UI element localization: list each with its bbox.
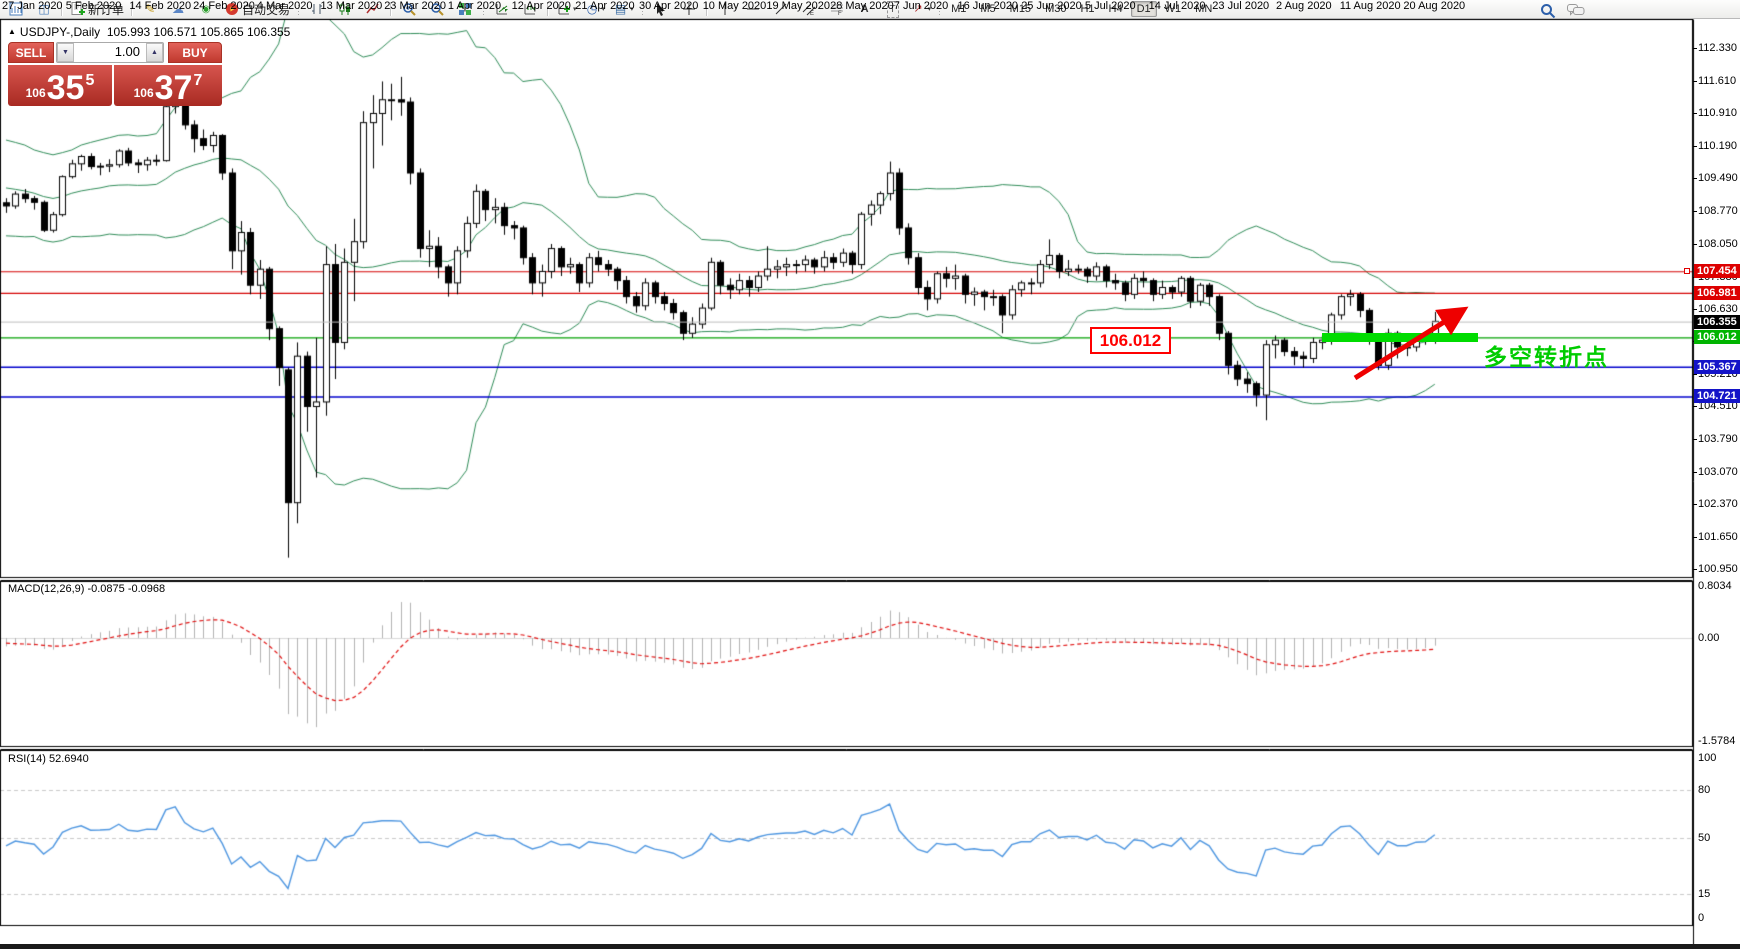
price-level-badge: 107.454 (1694, 264, 1740, 278)
tick-mark (1693, 309, 1697, 310)
date-axis-label: 4 Mar 2020 (257, 0, 313, 12)
price-level-badge: 104.721 (1694, 389, 1740, 403)
price-axis-tick: 109.490 (1698, 172, 1738, 184)
hline-selection-handle[interactable] (1684, 268, 1690, 274)
price-level-badge: 105.367 (1694, 360, 1740, 374)
price-annotation-text: 106.012 (1100, 331, 1161, 351)
price-axis-tick: 103.070 (1698, 466, 1738, 478)
tick-mark (1693, 569, 1697, 570)
date-axis-label: 7 Jun 2020 (894, 0, 948, 12)
price-axis-tick: 110.190 (1698, 140, 1737, 152)
date-axis-label: 12 Apr 2020 (512, 0, 571, 12)
date-axis-label: 25 Jun 2020 (1021, 0, 1082, 12)
tick-mark (1693, 81, 1697, 82)
date-axis-label: 1 Apr 2020 (448, 0, 501, 12)
sell-button[interactable]: SELL (8, 42, 54, 63)
search-button[interactable] (1535, 1, 1561, 20)
volume-input[interactable]: 1.00 (74, 43, 146, 62)
date-axis-label: 30 Apr 2020 (639, 0, 698, 12)
date-axis-label: 14 Feb 2020 (129, 0, 191, 12)
macd-label: MACD(12,26,9) -0.0875 -0.0968 (8, 583, 165, 595)
tick-mark (1693, 48, 1697, 49)
rsi-axis-tick: 100 (1698, 752, 1716, 764)
date-axis-label: 27 Jan 2020 (2, 0, 63, 12)
chart-symbol-period: USDJPY-,Daily (20, 25, 100, 39)
tick-mark (1693, 211, 1697, 212)
macd-axis-tick: 0.00 (1698, 632, 1719, 644)
one-click-trading-panel: SELL ▼ 1.00 ▲ BUY 106 35 5 106 37 7 (8, 42, 222, 106)
date-axis-label: 19 May 2020 (766, 0, 830, 12)
tick-mark (1693, 374, 1697, 375)
date-axis-label: 11 Aug 2020 (1340, 0, 1401, 12)
rsi-axis-tick: 80 (1698, 784, 1710, 796)
chart-title: ▲ USDJPY-,Daily 105.993 106.571 105.865 1… (8, 25, 290, 39)
buy-price-big: 37 (155, 72, 193, 104)
tick-mark (1693, 178, 1697, 179)
date-axis-label: 16 Jun 2020 (958, 0, 1019, 12)
tick-mark (1693, 472, 1697, 473)
cn-annotation-text[interactable]: 多空转折点 (1484, 338, 1609, 372)
date-axis-label: 14 Jul 2020 (1149, 0, 1206, 12)
tick-mark (1693, 146, 1697, 147)
date-axis-label: 10 May 2020 (703, 0, 767, 12)
tick-mark (1693, 439, 1697, 440)
price-axis-tick: 103.790 (1698, 433, 1738, 445)
price-axis-tick: 102.370 (1698, 498, 1738, 510)
date-axis-label: 2 Aug 2020 (1276, 0, 1332, 12)
sell-price[interactable]: 106 35 5 (8, 65, 112, 106)
buy-price[interactable]: 106 37 7 (114, 65, 222, 106)
price-level-badge: 106.981 (1694, 286, 1740, 300)
chat-icon (1567, 3, 1585, 18)
price-axis-tick: 112.330 (1698, 42, 1737, 54)
price-axis-tick: 101.650 (1698, 531, 1738, 543)
chart-ohlc-values: 105.993 106.571 105.865 106.355 (107, 25, 291, 39)
macd-axis-tick: 0.8034 (1698, 580, 1732, 592)
price-annotation-box[interactable]: 106.012 (1090, 327, 1171, 354)
date-axis-label: 5 Jul 2020 (1085, 0, 1136, 12)
tick-mark (1693, 113, 1697, 114)
volume-decrease-icon[interactable]: ▼ (57, 43, 74, 62)
window-bottom-edge (0, 944, 1740, 949)
date-axis-label: 24 Feb 2020 (193, 0, 255, 12)
mt4-window: ◫新订单✎☁◉自动交易▾◷▾▤▾EFAT↗▾ M1M5M15M30H1H4D1W… (0, 0, 1740, 949)
direction-up-icon: ▲ (8, 27, 16, 36)
date-axis-label: 28 May 2020 (830, 0, 894, 12)
date-axis-label: 23 Jul 2020 (1212, 0, 1269, 12)
current-price-badge: 106.355 (1694, 315, 1740, 329)
buy-price-pip: 7 (193, 72, 202, 90)
trend-arrow[interactable] (1330, 290, 1510, 400)
date-axis-label: 20 Aug 2020 (1403, 0, 1465, 12)
macd-axis-tick: -1.5784 (1698, 735, 1735, 747)
price-level-badge: 106.012 (1694, 330, 1740, 344)
rsi-axis-tick: 0 (1698, 912, 1704, 924)
volume-increase-icon[interactable]: ▲ (146, 43, 163, 62)
date-axis-label: 13 Mar 2020 (321, 0, 383, 12)
chat-button[interactable] (1563, 1, 1589, 20)
buy-price-prefix: 106 (134, 86, 154, 100)
sell-price-pip: 5 (85, 72, 94, 90)
tick-mark (1693, 244, 1697, 245)
date-axis-label: 23 Mar 2020 (384, 0, 446, 12)
rsi-axis-tick: 50 (1698, 832, 1710, 844)
price-axis-tick: 111.610 (1698, 75, 1736, 87)
chart-canvas[interactable] (0, 19, 1740, 949)
date-axis-label: 5 Feb 2020 (66, 0, 122, 12)
tick-mark (1693, 537, 1697, 538)
buy-button[interactable]: BUY (168, 42, 222, 63)
tick-mark (1693, 406, 1697, 407)
price-axis-tick: 100.950 (1698, 563, 1738, 575)
price-axis-tick: 108.050 (1698, 238, 1738, 250)
tick-mark (1693, 504, 1697, 505)
price-axis-tick: 108.770 (1698, 205, 1738, 217)
date-axis-label: 21 Apr 2020 (575, 0, 634, 12)
sell-price-big: 35 (47, 72, 85, 104)
sell-price-prefix: 106 (26, 86, 46, 100)
search-icon (1539, 3, 1557, 18)
rsi-axis-tick: 15 (1698, 888, 1710, 900)
rsi-label: RSI(14) 52.6940 (8, 753, 89, 765)
price-axis-tick: 106.630 (1698, 303, 1738, 315)
price-axis-tick: 110.910 (1698, 107, 1737, 119)
